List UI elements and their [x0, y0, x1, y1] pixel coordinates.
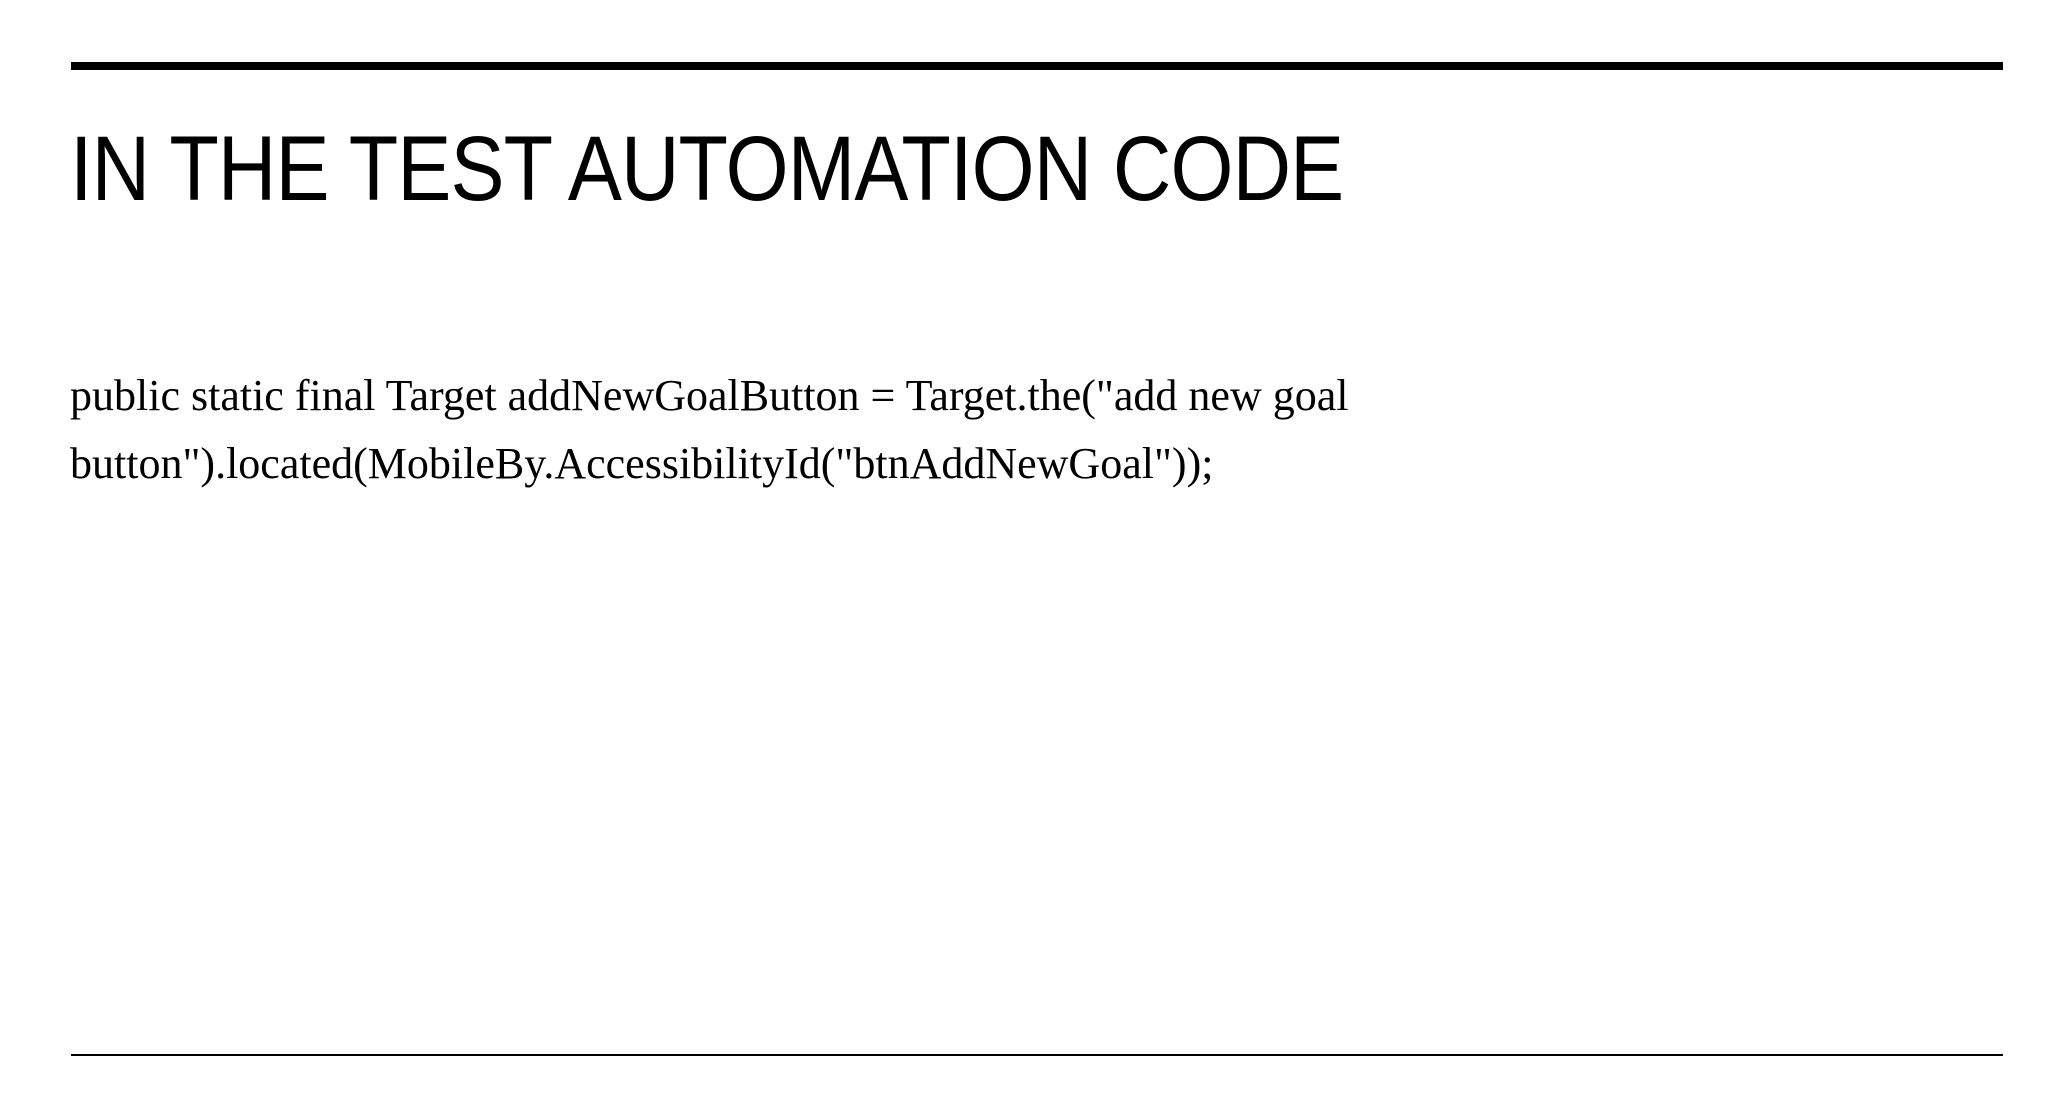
slide: IN THE TEST AUTOMATION CODE public stati… — [0, 0, 2062, 1106]
code-line: button").located(MobileBy.AccessibilityI… — [70, 439, 1214, 488]
code-snippet: public static final Target addNewGoalBut… — [70, 362, 1570, 498]
code-line: public static final Target addNewGoalBut… — [70, 371, 1349, 420]
slide-title: IN THE TEST AUTOMATION CODE — [70, 118, 1344, 220]
top-rule — [71, 62, 2003, 70]
bottom-rule — [71, 1054, 2003, 1056]
